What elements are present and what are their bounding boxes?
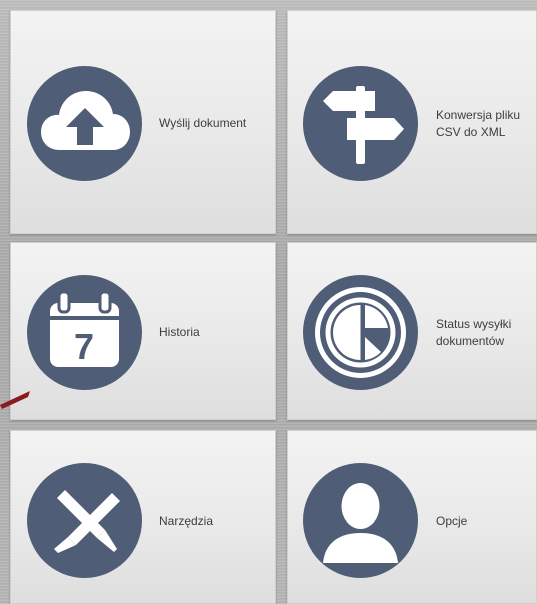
tile-label: Historia xyxy=(159,325,200,339)
tile-label: Wyślij dokument xyxy=(159,116,247,130)
tile-label: Opcje xyxy=(436,514,468,528)
signpost-icon xyxy=(303,66,418,181)
tile-document-send-status[interactable]: Status wysyłki dokumentów xyxy=(287,242,537,420)
pie-chart-target-icon xyxy=(303,275,418,390)
tile-send-document[interactable]: Wyślij dokument xyxy=(10,10,276,234)
tile-label: Konwersja pliku CSV do XML xyxy=(436,108,521,139)
tools-icon xyxy=(27,463,142,578)
tile-tools[interactable]: Narzędzia xyxy=(10,430,276,604)
tile-options[interactable]: Opcje xyxy=(287,430,537,604)
tile-csv-to-xml-conversion[interactable]: Konwersja pliku CSV do XML xyxy=(287,10,537,234)
tile-label: Narzędzia xyxy=(159,514,214,528)
calendar-icon: 7 xyxy=(27,275,142,390)
cloud-upload-icon xyxy=(27,66,142,181)
user-icon xyxy=(303,463,418,578)
calendar-day-number: 7 xyxy=(74,326,94,367)
tile-history[interactable]: 7 Historia xyxy=(10,242,276,420)
arrow-icon xyxy=(0,391,30,409)
tile-label: Status wysyłki dokumentów xyxy=(436,317,512,348)
